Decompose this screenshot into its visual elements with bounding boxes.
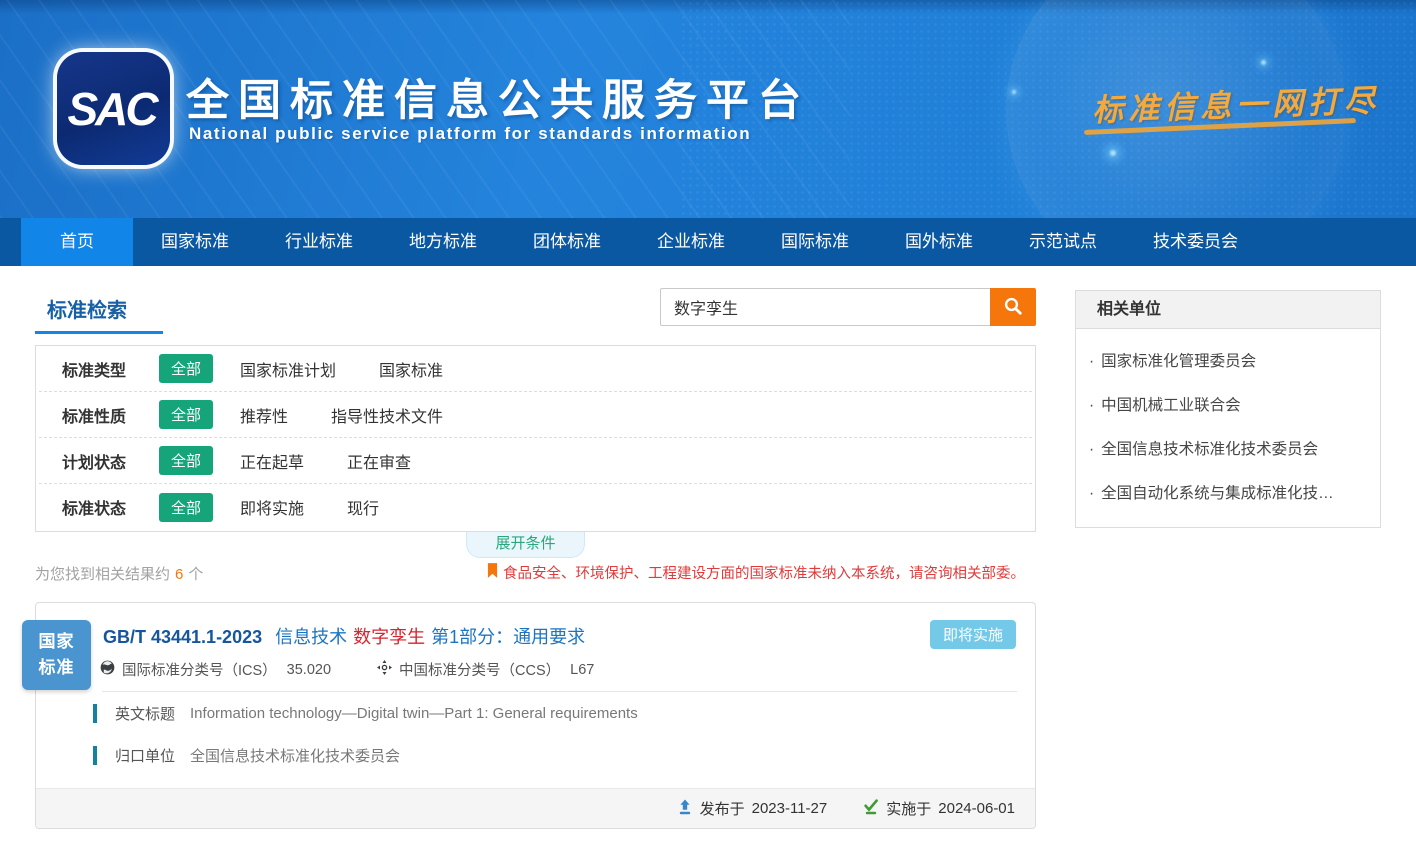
published-date: 2023-11-27 — [752, 800, 828, 817]
publish-upload-icon — [677, 799, 693, 819]
filter-row-plan-status: 计划状态 全部 正在起草 正在审查 — [39, 438, 1032, 484]
responsible-unit-value: 全国信息技术标准化技术委员会 — [190, 745, 400, 766]
ccs-value: L67 — [570, 662, 594, 678]
filter-all-badge[interactable]: 全部 — [159, 400, 213, 429]
nav-item-group-standards[interactable]: 团体标准 — [505, 218, 629, 266]
nav-item-foreign-standards[interactable]: 国外标准 — [877, 218, 1001, 266]
related-units-title: 相关单位 — [1076, 291, 1380, 329]
sac-logo-text: SAC — [67, 82, 159, 136]
filter-label: 标准性质 — [62, 403, 159, 427]
nav-item-technical-committee[interactable]: 技术委员会 — [1125, 218, 1266, 266]
glow-dot — [1012, 90, 1016, 94]
search-input[interactable] — [660, 288, 990, 326]
filter-option[interactable]: 正在审查 — [347, 449, 411, 473]
card-divider — [102, 691, 1017, 692]
title-suffix: 第1部分：通用要求 — [431, 627, 585, 647]
related-unit-item[interactable]: 中国机械工业联合会 — [1076, 382, 1380, 426]
search-button[interactable] — [990, 288, 1036, 326]
nav-item-home[interactable]: 首页 — [21, 218, 133, 266]
filter-option[interactable]: 即将实施 — [240, 495, 304, 519]
search-box — [660, 288, 1036, 326]
english-title-label: 英文标题 — [115, 703, 175, 724]
filter-label: 计划状态 — [62, 449, 159, 473]
status-badge: 即将实施 — [930, 620, 1016, 649]
implemented-label: 实施于 — [886, 798, 931, 819]
filter-row-standard-type: 标准类型 全部 国家标准计划 国家标准 — [39, 346, 1032, 392]
filter-row-standard-status: 标准状态 全部 即将实施 现行 — [39, 484, 1032, 530]
type-badge-line1: 国家 — [39, 629, 75, 655]
filter-label: 标准类型 — [62, 357, 159, 381]
english-title-value: Information technology—Digital twin—Part… — [190, 705, 638, 722]
filter-option[interactable]: 推荐性 — [240, 403, 288, 427]
nav-item-industry-standards[interactable]: 行业标准 — [257, 218, 381, 266]
site-header: SAC 全国标准信息公共服务平台 National public service… — [0, 0, 1416, 218]
filter-panel: 标准类型 全部 国家标准计划 国家标准 标准性质 全部 推荐性 指导性技术文件 … — [35, 345, 1036, 532]
ccs-label: 中国标准分类号（CCS） — [399, 659, 560, 680]
result-count: 为您找到相关结果约 6个 — [35, 563, 203, 584]
related-unit-item[interactable]: 全国自动化系统与集成标准化技… — [1076, 470, 1380, 514]
site-title: 全国标准信息公共服务平台 — [186, 66, 810, 128]
row-accent-bar — [93, 704, 97, 723]
system-notice: 食品安全、环境保护、工程建设方面的国家标准未纳入本系统，请咨询相关部委。 — [487, 562, 1025, 583]
result-count-number: 6 — [175, 566, 183, 583]
filter-all-badge[interactable]: 全部 — [159, 493, 213, 522]
implemented-date: 2024-06-01 — [938, 800, 1015, 817]
glow-dot — [1110, 150, 1116, 156]
filter-option[interactable]: 国家标准计划 — [240, 357, 336, 381]
tab-active-underline — [35, 331, 163, 334]
ics-value: 35.020 — [287, 662, 331, 678]
ics-label: 国际标准分类号（ICS） — [122, 659, 277, 680]
compass-icon — [377, 660, 392, 679]
standard-result-card: 国家 标准 GB/T 43441.1-2023 信息技术数字孪生第1部分：通用要求… — [35, 602, 1036, 829]
responsible-unit-label: 归口单位 — [115, 745, 175, 766]
tab-standard-search[interactable]: 标准检索 — [47, 294, 127, 323]
filter-label: 标准状态 — [62, 495, 159, 519]
search-icon — [1003, 296, 1023, 319]
page: SAC 全国标准信息公共服务平台 National public service… — [0, 0, 1416, 845]
related-unit-item[interactable]: 国家标准化管理委员会 — [1076, 338, 1380, 382]
expand-conditions-button[interactable]: 展开条件 — [466, 532, 585, 558]
standard-code: GB/T 43441.1-2023 — [103, 627, 262, 647]
standard-type-badge: 国家 标准 — [22, 620, 91, 690]
row-accent-bar — [93, 746, 97, 765]
nav-item-international-standards[interactable]: 国际标准 — [753, 218, 877, 266]
nav-item-local-standards[interactable]: 地方标准 — [381, 218, 505, 266]
bookmark-icon — [487, 563, 498, 582]
published-date-group: 发布于 2023-11-27 — [677, 798, 828, 819]
published-label: 发布于 — [700, 798, 745, 819]
notice-text: 食品安全、环境保护、工程建设方面的国家标准未纳入本系统，请咨询相关部委。 — [503, 562, 1025, 583]
standard-title-link[interactable]: GB/T 43441.1-2023 信息技术数字孪生第1部分：通用要求 — [103, 623, 585, 649]
english-title-row: 英文标题 Information technology—Digital twin… — [93, 703, 638, 724]
main-nav: 首页 国家标准 行业标准 地方标准 团体标准 企业标准 国际标准 国外标准 示范… — [0, 218, 1416, 266]
filter-option[interactable]: 指导性技术文件 — [331, 403, 443, 427]
filter-option[interactable]: 国家标准 — [379, 357, 443, 381]
related-units-panel: 相关单位 国家标准化管理委员会 中国机械工业联合会 全国信息技术标准化技术委员会… — [1075, 290, 1381, 528]
filter-all-badge[interactable]: 全部 — [159, 354, 213, 383]
site-subtitle: National public service platform for sta… — [189, 124, 751, 144]
glow-dot — [1261, 60, 1266, 65]
result-count-prefix: 为您找到相关结果约 — [35, 566, 170, 583]
implement-check-icon — [863, 799, 879, 819]
filter-row-standard-nature: 标准性质 全部 推荐性 指导性技术文件 — [39, 392, 1032, 438]
globe-icon — [100, 660, 115, 679]
filter-option[interactable]: 正在起草 — [240, 449, 304, 473]
nav-item-enterprise-standards[interactable]: 企业标准 — [629, 218, 753, 266]
title-highlight-keyword: 数字孪生 — [353, 627, 425, 647]
classification-meta: 国际标准分类号（ICS） 35.020 中国标准分类号（CCS） L67 — [100, 659, 594, 680]
sac-logo[interactable]: SAC — [57, 52, 170, 165]
related-unit-item[interactable]: 全国信息技术标准化技术委员会 — [1076, 426, 1380, 470]
card-footer: 发布于 2023-11-27 实施于 2024-06-01 — [36, 788, 1035, 828]
result-count-suffix: 个 — [188, 566, 203, 583]
nav-item-pilot[interactable]: 示范试点 — [1001, 218, 1125, 266]
type-badge-line2: 标准 — [39, 655, 75, 681]
filter-option[interactable]: 现行 — [347, 495, 379, 519]
filter-all-badge[interactable]: 全部 — [159, 446, 213, 475]
title-prefix: 信息技术 — [275, 627, 347, 647]
implemented-date-group: 实施于 2024-06-01 — [863, 798, 1015, 819]
nav-item-national-standards[interactable]: 国家标准 — [133, 218, 257, 266]
related-units-list: 国家标准化管理委员会 中国机械工业联合会 全国信息技术标准化技术委员会 全国自动… — [1076, 329, 1380, 527]
responsible-unit-row: 归口单位 全国信息技术标准化技术委员会 — [93, 745, 400, 766]
